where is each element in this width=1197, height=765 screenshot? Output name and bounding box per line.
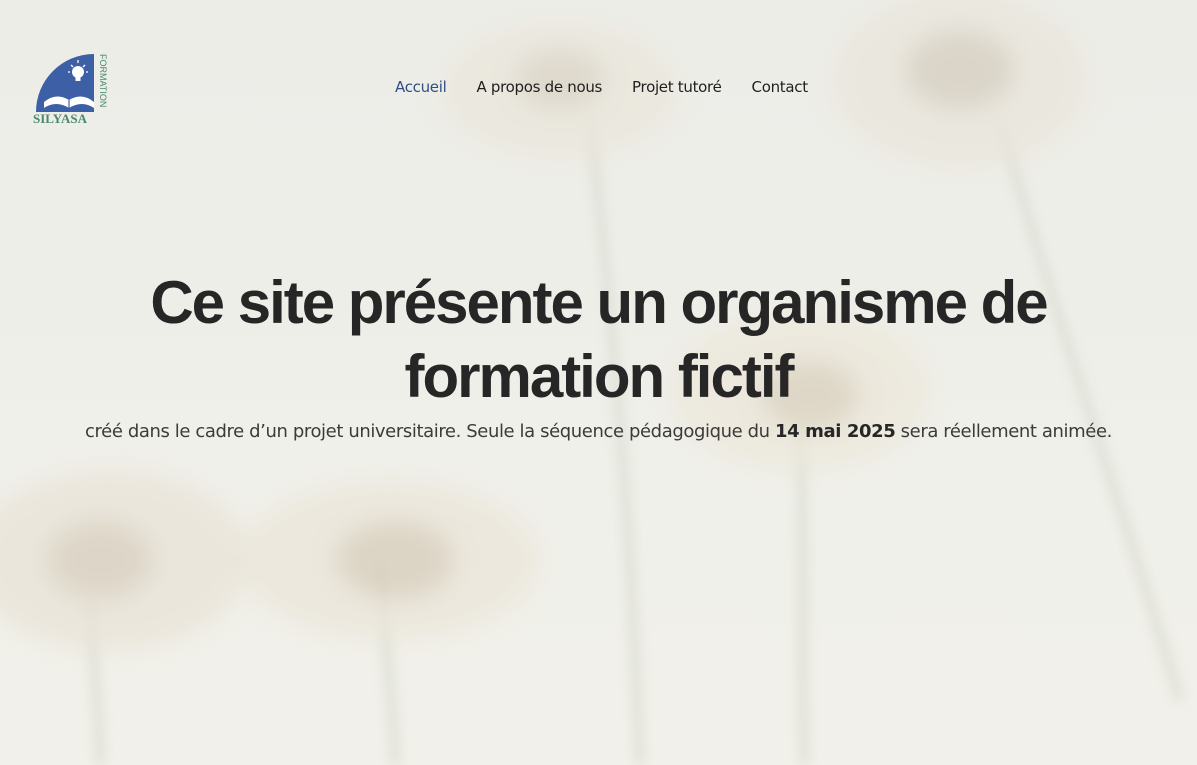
nav-item-a-propos[interactable]: A propos de nous	[476, 78, 602, 96]
main-nav: Accueil A propos de nous Projet tutoré C…	[395, 78, 808, 96]
hero-subtitle-before: créé dans le cadre d’un projet universit…	[85, 421, 775, 442]
nav-item-projet-tutore[interactable]: Projet tutoré	[632, 78, 722, 96]
hero-title: Ce site présente un organisme de formati…	[0, 266, 1197, 414]
nav-item-contact[interactable]: Contact	[752, 78, 809, 96]
hero-subtitle-after: sera réellement animée.	[895, 421, 1113, 442]
logo-subtext: FORMATION	[98, 54, 108, 107]
brand-logo[interactable]: FORMATION SILYASA	[32, 50, 108, 128]
nav-item-accueil[interactable]: Accueil	[395, 78, 447, 96]
hero-subtitle-date: 14 mai 2025	[774, 421, 896, 442]
logo-text: SILYASA	[33, 111, 88, 126]
hero-title-line2: formation fictif	[404, 343, 795, 410]
hero-subtitle: créé dans le cadre d’un projet universit…	[0, 421, 1197, 442]
hero-title-line1: Ce site présente un organisme de	[150, 269, 1048, 336]
